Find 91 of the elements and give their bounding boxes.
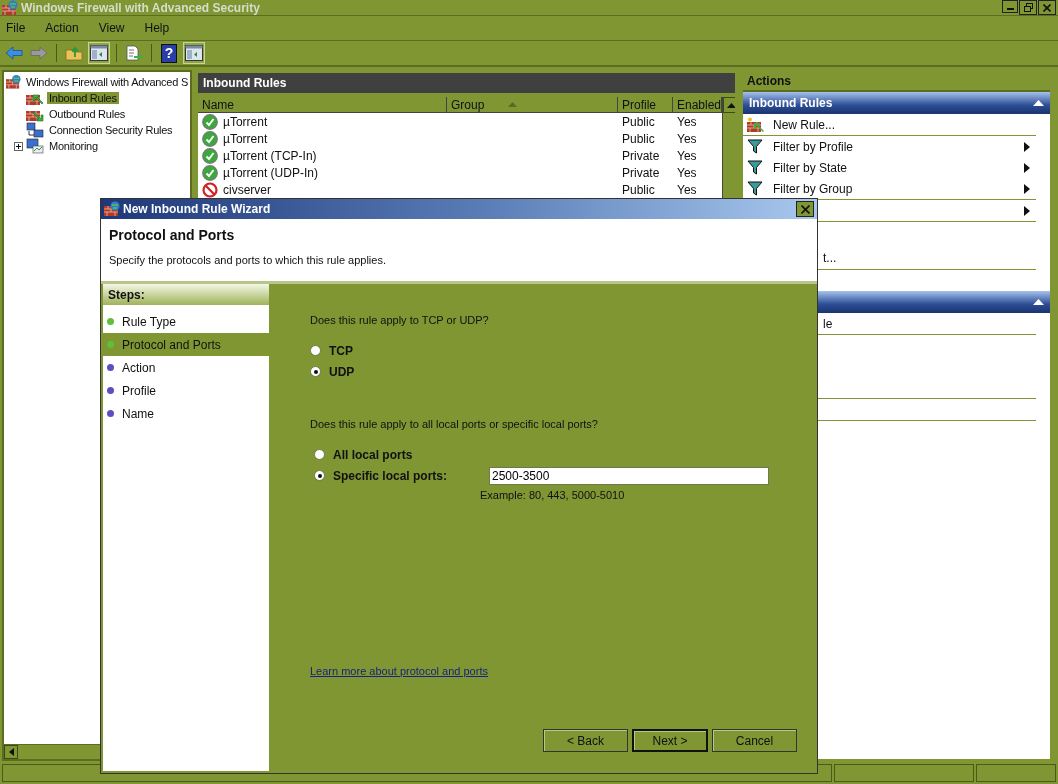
menu-item[interactable]: Help — [142, 21, 172, 35]
step-item[interactable]: Rule Type — [103, 310, 269, 333]
table-cell-text: Yes — [676, 165, 698, 180]
restore-icon — [1023, 3, 1033, 12]
scroll-up-icon[interactable] — [726, 102, 735, 108]
page-heading: Protocol and Ports — [109, 227, 236, 243]
firewall-globe-icon — [104, 201, 120, 217]
radio-button[interactable] — [310, 366, 321, 377]
command-item[interactable]: le — [823, 316, 833, 331]
column-header[interactable]: Name — [198, 97, 447, 113]
question-text: Does this rule apply to TCP or UDP? — [310, 314, 490, 326]
table-cell-text: Private — [621, 165, 661, 180]
column-header[interactable]: Profile — [618, 97, 673, 113]
table-cell-text: µTorrent (TCP-In) — [222, 148, 317, 163]
table-cell-text: Public — [621, 131, 656, 146]
check-circle-icon — [202, 130, 218, 147]
command-item[interactable]: Filter by Profile — [773, 139, 854, 154]
tree-item[interactable]: Outbound Rules — [47, 108, 127, 120]
minimize-button[interactable] — [1002, 0, 1018, 13]
example-text: Example: 80, 443, 5000-5010 — [479, 489, 626, 501]
check-circle-icon — [202, 113, 218, 130]
wizard-button[interactable]: < Back — [543, 729, 628, 752]
table-cell-text: Yes — [676, 114, 698, 129]
no-entry-icon — [202, 181, 218, 198]
table-cell-text: Yes — [676, 148, 698, 163]
radio-label[interactable]: Specific local ports: — [333, 468, 481, 483]
filter-icon — [747, 160, 763, 175]
radio-button[interactable] — [314, 470, 325, 481]
command-item[interactable]: New Rule... — [773, 117, 836, 132]
tree-item[interactable]: Monitoring — [47, 140, 100, 152]
menu-item[interactable]: Action — [43, 21, 81, 35]
menu-item[interactable]: File — [4, 21, 28, 35]
collapse-icon[interactable] — [1033, 299, 1044, 305]
ports-field[interactable]: 2500-3500 — [489, 466, 769, 485]
window-title: Windows Firewall with Advanced Security — [21, 0, 261, 15]
firewall-globe-icon — [2, 0, 18, 16]
collapse-icon[interactable] — [1033, 100, 1044, 106]
close-button[interactable] — [796, 201, 814, 217]
steps-header: Steps: — [103, 284, 269, 305]
menu-item[interactable]: View — [96, 21, 127, 35]
table-cell-text: µTorrent (UDP-In) — [222, 165, 318, 180]
tree-item[interactable]: Inbound Rules — [47, 92, 119, 104]
new-rule-icon — [747, 116, 764, 133]
command-item[interactable]: Filter by Group — [773, 181, 853, 196]
column-header[interactable]: Group — [447, 97, 618, 113]
computers-icon — [26, 122, 44, 138]
filter-icon — [747, 181, 763, 196]
radio-button[interactable] — [310, 345, 321, 356]
table-cell-text: civserver — [222, 182, 271, 197]
command-item[interactable]: t... — [823, 251, 837, 265]
table-cell-text: Yes — [676, 182, 698, 197]
command-item[interactable]: Filter by State — [773, 160, 848, 175]
monitor-chart-icon — [26, 138, 44, 154]
page-description: Specify the protocols and ports to which this rule applies. — [109, 254, 387, 266]
radio-label[interactable]: All local ports — [333, 447, 413, 462]
question-text: Does this rule apply to all local ports or specific local ports? — [310, 418, 599, 430]
close-button[interactable] — [1038, 0, 1056, 15]
section-header[interactable]: Inbound Rules — [743, 92, 1050, 114]
close-icon — [1043, 3, 1051, 12]
scroll-left-icon[interactable] — [8, 748, 14, 756]
wizard-button[interactable]: Cancel — [712, 729, 797, 752]
step-item[interactable]: Name — [103, 402, 269, 425]
tree-item[interactable]: Windows Firewall with Advanced S — [24, 76, 190, 88]
table-cell-text: Public — [621, 114, 656, 129]
check-circle-icon — [202, 164, 218, 181]
wizard-button[interactable]: Next > — [632, 729, 708, 752]
help-link[interactable]: Learn more about protocol and ports — [310, 665, 488, 677]
panel-title: Inbound Rules — [198, 73, 735, 93]
tree-item[interactable]: Connection Security Rules — [47, 124, 175, 136]
filter-icon — [747, 139, 763, 154]
minimize-icon — [1006, 8, 1014, 10]
table-cell-text: µTorrent — [222, 114, 268, 129]
radio-button[interactable] — [314, 449, 325, 460]
export-list-icon[interactable] — [125, 45, 143, 61]
radio-label[interactable]: TCP — [329, 343, 353, 358]
table-cell-text: Yes — [676, 131, 698, 146]
radio-label[interactable]: UDP — [329, 364, 355, 379]
check-circle-icon — [202, 147, 218, 164]
dialog-title: New Inbound Rule Wizard — [123, 202, 272, 216]
close-icon — [800, 204, 810, 214]
restore-button[interactable] — [1019, 0, 1037, 15]
panel-title: Actions — [743, 72, 1050, 92]
step-item[interactable]: Protocol and Ports — [103, 333, 269, 356]
firewall-globe-icon — [6, 74, 22, 90]
step-item[interactable]: Action — [103, 356, 269, 379]
table-cell-text: Public — [621, 182, 656, 197]
expand-icon[interactable] — [14, 141, 23, 151]
table-cell-text: µTorrent — [222, 131, 268, 146]
step-item[interactable]: Profile — [103, 379, 269, 402]
table-cell-text: Private — [621, 148, 661, 163]
help-button[interactable]: ? — [161, 43, 177, 63]
